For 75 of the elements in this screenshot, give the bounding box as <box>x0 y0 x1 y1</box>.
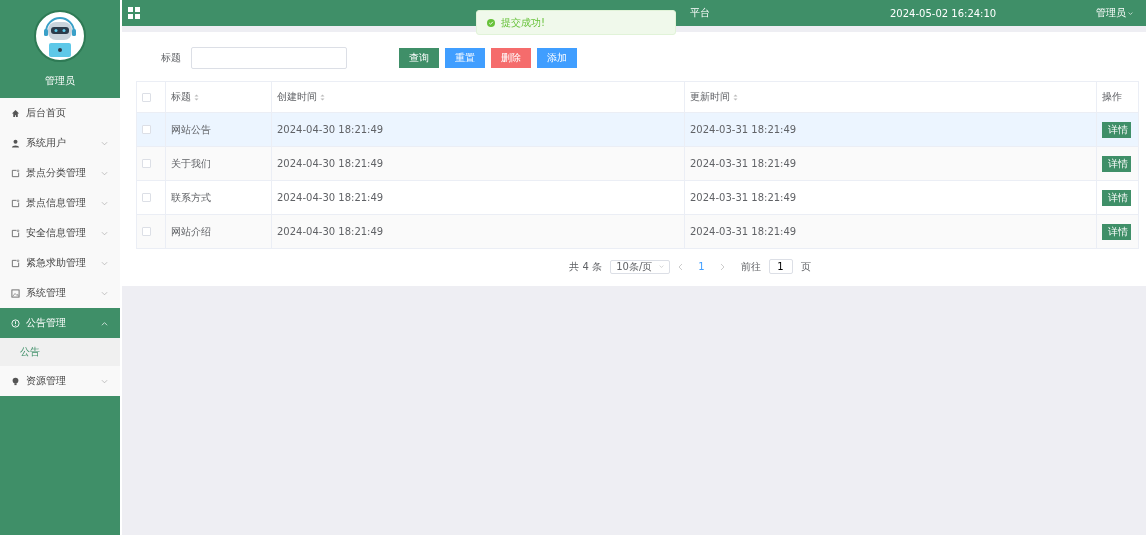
menu-item[interactable]: 公告管理 <box>0 308 120 338</box>
select-all-checkbox[interactable] <box>142 92 151 102</box>
table-cell: 2024-03-31 18:21:49 <box>684 214 1097 249</box>
next-page-icon[interactable] <box>718 262 725 271</box>
page-unit: 页 <box>800 259 811 274</box>
robot-avatar <box>34 10 86 62</box>
document-icon <box>11 168 20 178</box>
toast-message: 提交成功! <box>501 15 545 30</box>
sort-icon[interactable] <box>320 93 325 101</box>
grid-icon[interactable] <box>128 7 140 19</box>
menu-item[interactable]: 紧急求助管理 <box>0 248 120 278</box>
column-header[interactable]: 创建时间 <box>271 81 685 113</box>
chevron-icon <box>101 200 108 206</box>
bulb-icon <box>11 376 20 386</box>
chevron-icon <box>101 170 108 176</box>
table-cell: 2024-04-30 18:21:49 <box>271 146 685 181</box>
column-header[interactable]: 标题 <box>165 81 272 113</box>
menu-item[interactable]: 系统用户 <box>0 128 120 158</box>
table-cell: 联系方式 <box>165 180 272 215</box>
row-checkbox[interactable] <box>142 227 151 236</box>
check-icon <box>487 18 495 27</box>
chevron-icon <box>101 260 108 266</box>
chevron-icon <box>101 140 108 146</box>
table-cell: 关于我们 <box>165 146 272 181</box>
detail-button[interactable]: 详情 <box>1102 121 1131 138</box>
menu-item[interactable]: 景点分类管理 <box>0 158 120 188</box>
menu-item[interactable]: 安全信息管理 <box>0 218 120 248</box>
chevron-icon <box>101 378 108 384</box>
detail-button[interactable]: 详情 <box>1102 189 1131 206</box>
info-icon <box>11 318 20 328</box>
submenu-item[interactable]: 公告 <box>0 338 120 366</box>
caret-icon <box>659 264 665 269</box>
row-checkbox[interactable] <box>142 125 151 134</box>
chevron-icon <box>101 230 108 236</box>
app-title: 平台 <box>690 6 710 20</box>
user-icon <box>11 138 20 148</box>
image-icon <box>11 288 20 298</box>
user-menu[interactable]: 管理员 <box>1096 6 1134 20</box>
total-count: 共 4 条 <box>569 259 603 274</box>
home-icon <box>11 108 20 118</box>
menu-item[interactable]: 系统管理 <box>0 278 120 308</box>
table-cell: 2024-03-31 18:21:49 <box>684 180 1097 215</box>
menu-item[interactable]: 后台首页 <box>0 98 120 128</box>
goto-label: 前往 <box>740 259 761 274</box>
document-icon <box>11 258 20 268</box>
document-icon <box>11 228 20 238</box>
title-search-field[interactable] <box>191 47 347 69</box>
table-cell: 2024-03-31 18:21:49 <box>684 112 1097 147</box>
table-cell: 网站介绍 <box>165 214 272 249</box>
row-checkbox[interactable] <box>142 193 151 202</box>
table-cell: 2024-04-30 18:21:49 <box>271 214 685 249</box>
table-cell: 2024-04-30 18:21:49 <box>271 180 685 215</box>
table-cell: 2024-04-30 18:21:49 <box>271 112 685 147</box>
search-label: 标题 <box>161 51 181 65</box>
caret-icon <box>1128 10 1134 16</box>
column-header: 操作 <box>1096 81 1139 113</box>
row-checkbox[interactable] <box>142 159 151 168</box>
column-header[interactable]: 更新时间 <box>684 81 1097 113</box>
action-button[interactable]: 查询 <box>399 48 439 68</box>
sort-icon[interactable] <box>194 93 199 101</box>
chevron-icon <box>101 320 108 326</box>
document-icon <box>11 198 20 208</box>
previous-page-icon[interactable] <box>678 262 685 271</box>
page-size-select[interactable]: 10条/页 <box>610 259 671 274</box>
table-cell: 网站公告 <box>165 112 272 147</box>
goto-page-field[interactable]: 1 <box>768 259 793 274</box>
detail-button[interactable]: 详情 <box>1102 155 1131 172</box>
menu-item[interactable]: 景点信息管理 <box>0 188 120 218</box>
menu-item[interactable]: 资源管理 <box>0 366 120 396</box>
table-cell: 2024-03-31 18:21:49 <box>684 146 1097 181</box>
detail-button[interactable]: 详情 <box>1102 223 1131 240</box>
sort-icon[interactable] <box>733 93 738 101</box>
user-name: 管理员 <box>45 74 75 88</box>
header-datetime: 2024-05-02 16:24:10 <box>890 7 997 19</box>
chevron-icon <box>101 290 108 296</box>
